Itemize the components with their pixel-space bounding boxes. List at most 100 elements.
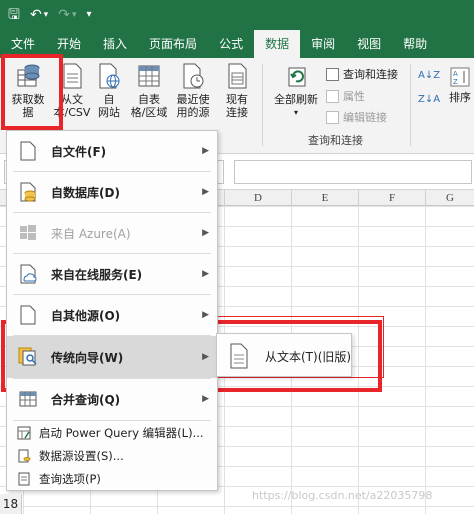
- menu-item-label: 数据源设置(S)...: [39, 449, 124, 463]
- queries-connections-icon: [326, 67, 339, 81]
- tab-review[interactable]: 审阅: [300, 30, 346, 58]
- menu-item-from-database[interactable]: 自数据库(D) ▶: [7, 172, 217, 212]
- column-header-g[interactable]: G: [425, 190, 474, 206]
- column-header-f[interactable]: F: [358, 190, 425, 206]
- from-table-range-label: 自表 格/区域: [130, 93, 168, 119]
- from-text-csv-label: 从文 本/CSV: [53, 93, 91, 119]
- edit-links-icon: [326, 110, 339, 124]
- from-table-range-button[interactable]: 自表 格/区域: [128, 62, 170, 119]
- query-options-icon: [17, 472, 31, 486]
- database-icon: [17, 181, 39, 203]
- menu-item-data-source-settings[interactable]: 数据源设置(S)...: [7, 445, 217, 467]
- undo-dropdown-icon[interactable]: ▾: [44, 10, 49, 20]
- ribbon-separator: [262, 64, 263, 146]
- from-text-csv-button[interactable]: 从文 本/CSV: [52, 62, 92, 119]
- submenu-item-label: 从文本(T)(旧版): [265, 350, 352, 364]
- menu-item-from-other-sources[interactable]: 自其他源(O) ▶: [7, 295, 217, 335]
- windows-logo-icon: [17, 222, 39, 244]
- globe-page-icon: [96, 62, 122, 90]
- menu-item-label: 自其他源(O): [51, 308, 121, 323]
- svg-text:Z: Z: [453, 78, 458, 86]
- existing-connections-button[interactable]: 现有 连接: [222, 62, 252, 119]
- submenu-arrow-icon: ▶: [202, 352, 209, 362]
- menu-item-label: 来自 Azure(A): [51, 226, 131, 241]
- menu-item-legacy-wizards[interactable]: 传统向导(W) ▶: [7, 336, 217, 378]
- data-source-settings-icon: [17, 449, 31, 463]
- group-label-queries: 查询和连接: [308, 134, 363, 147]
- tab-help[interactable]: 帮助: [392, 30, 438, 58]
- quick-access-toolbar: 🖫 ↶ ▾ ↷ ▾ ▾: [0, 0, 474, 30]
- sort-label: 排序: [449, 91, 471, 104]
- ribbon-tabs: 文件 开始 插入 页面布局 公式 数据 审阅 视图 帮助: [0, 30, 474, 58]
- watermark: https://blog.csdn.net/a22035798: [252, 489, 433, 502]
- properties-button[interactable]: 属性: [326, 88, 365, 104]
- redo-icon[interactable]: ↷: [58, 8, 70, 22]
- sort-icon: AZ: [449, 66, 471, 88]
- tab-view[interactable]: 视图: [346, 30, 392, 58]
- menu-item-query-options[interactable]: 查询选项(P): [7, 468, 217, 490]
- menu-item-label: 自数据库(D): [51, 185, 120, 200]
- refresh-icon: [283, 62, 309, 90]
- menu-item-combine-queries[interactable]: 合并查询(Q) ▶: [7, 379, 217, 419]
- menu-item-label: 传统向导(W): [51, 350, 124, 365]
- from-web-label: 自 网站: [98, 93, 120, 119]
- edit-links-label: 编辑链接: [343, 111, 387, 124]
- submenu-arrow-icon: ▶: [202, 228, 209, 238]
- properties-label: 属性: [343, 90, 365, 103]
- recent-sources-icon: [180, 62, 206, 90]
- sort-ascending-icon: A↓Z: [418, 70, 441, 81]
- properties-icon: [326, 89, 339, 103]
- menu-item-label: 合并查询(Q): [51, 392, 121, 407]
- tab-home[interactable]: 开始: [46, 30, 92, 58]
- menu-item-from-azure[interactable]: 来自 Azure(A) ▶: [7, 213, 217, 253]
- save-icon[interactable]: 🖫: [8, 8, 20, 22]
- submenu-item-from-text-legacy[interactable]: 从文本(T)(旧版): [217, 334, 351, 376]
- row-header-18[interactable]: 18: [0, 494, 22, 514]
- refresh-all-button[interactable]: 全部刷新 ▾: [270, 62, 322, 119]
- menu-item-from-online-services[interactable]: 来自在线服务(E) ▶: [7, 254, 217, 294]
- tab-formulas[interactable]: 公式: [208, 30, 254, 58]
- queries-connections-button[interactable]: 查询和连接: [326, 66, 398, 82]
- sort-descending-button[interactable]: Z↓A: [418, 94, 440, 105]
- refresh-all-dropdown-icon: ▾: [293, 108, 298, 117]
- get-data-label: 获取数 据: [11, 93, 45, 119]
- undo-icon[interactable]: ↶: [30, 8, 42, 22]
- recent-sources-label: 最近使 用的源: [176, 93, 210, 119]
- power-query-editor-icon: [17, 426, 31, 440]
- submenu-arrow-icon: ▶: [202, 394, 209, 404]
- text-file-icon: [229, 343, 249, 369]
- submenu-arrow-icon: ▶: [202, 146, 209, 156]
- column-header-e[interactable]: E: [291, 190, 358, 206]
- menu-item-label: 来自在线服务(E): [51, 267, 143, 282]
- formula-input[interactable]: [234, 160, 472, 184]
- combine-queries-icon: [17, 388, 39, 410]
- from-web-button[interactable]: 自 网站: [94, 62, 124, 119]
- ribbon-separator: [410, 64, 411, 146]
- recent-sources-button[interactable]: 最近使 用的源: [172, 62, 214, 119]
- menu-item-from-file[interactable]: 自文件(F) ▶: [7, 131, 217, 171]
- tab-page-layout[interactable]: 页面布局: [138, 30, 208, 58]
- get-data-menu: 自文件(F) ▶ 自数据库(D) ▶ 来自 Azure(A) ▶ 来自在线服务(…: [6, 130, 218, 491]
- existing-connections-label: 现有 连接: [226, 93, 248, 119]
- customize-toolbar-icon[interactable]: ▾: [86, 10, 91, 20]
- menu-item-label: 查询选项(P): [39, 472, 101, 486]
- column-header-d[interactable]: D: [224, 190, 291, 206]
- submenu-arrow-icon: ▶: [202, 310, 209, 320]
- cloud-icon: [17, 263, 39, 285]
- get-data-button[interactable]: 获取数 据 ▾: [6, 62, 50, 133]
- tab-insert[interactable]: 插入: [92, 30, 138, 58]
- queries-connections-label: 查询和连接: [343, 68, 398, 81]
- edit-links-button[interactable]: 编辑链接: [326, 109, 387, 125]
- text-file-icon: [59, 62, 85, 90]
- refresh-all-label: 全部刷新: [274, 93, 318, 106]
- sort-descending-icon: Z↓A: [418, 94, 441, 105]
- menu-item-label: 自文件(F): [51, 144, 107, 159]
- existing-connections-icon: [224, 62, 250, 90]
- tab-file[interactable]: 文件: [0, 30, 46, 58]
- sort-button[interactable]: AZ 排序: [446, 66, 474, 104]
- tab-data[interactable]: 数据: [254, 30, 301, 58]
- sort-ascending-button[interactable]: A↓Z: [418, 70, 440, 81]
- redo-dropdown-icon[interactable]: ▾: [72, 10, 77, 20]
- menu-divider: [13, 420, 211, 421]
- menu-item-launch-power-query[interactable]: 启动 Power Query 编辑器(L)...: [7, 422, 217, 444]
